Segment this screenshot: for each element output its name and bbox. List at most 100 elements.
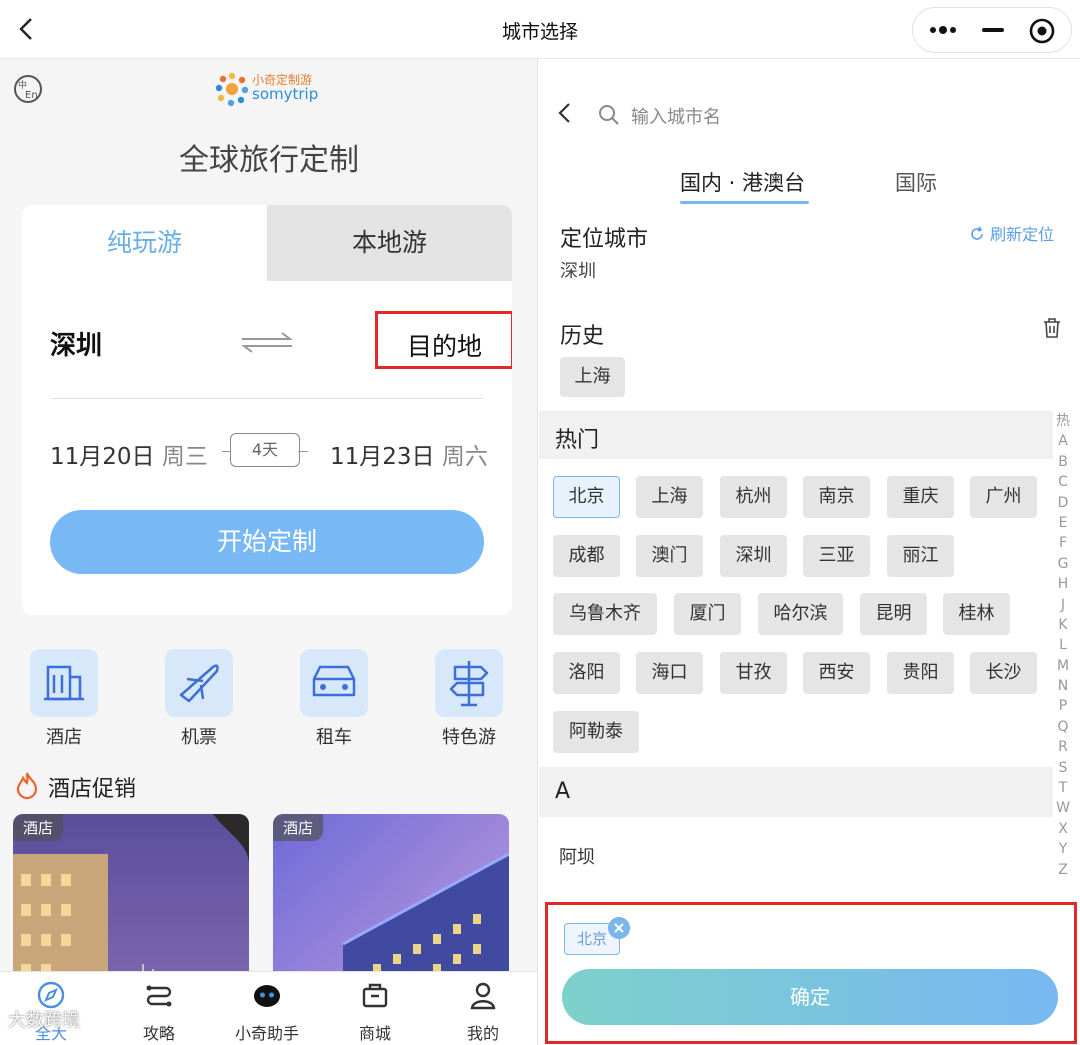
back-icon[interactable] [555,101,575,125]
hot-city-chip[interactable]: 洛阳 [553,652,620,694]
hot-city-chip[interactable]: 乌鲁木齐 [553,593,657,635]
start-weekday: 周三 [161,444,208,470]
tab-shop[interactable]: 商城 [335,980,415,1044]
destination-field[interactable]: 目的地 [375,311,512,369]
index-letter[interactable]: M [1050,656,1076,676]
service-special-tour[interactable]: 特色游 [434,649,504,759]
index-letter[interactable]: N [1050,676,1076,696]
departure-city[interactable]: 深圳 [50,325,102,362]
hot-city-chip[interactable]: 成都 [553,535,620,577]
history-city-chip[interactable]: 上海 [560,357,625,397]
hot-city-chip[interactable]: 上海 [636,476,703,518]
car-icon [300,649,368,717]
index-letter[interactable]: W [1050,798,1076,818]
index-letter[interactable]: P [1050,696,1076,716]
index-letter[interactable]: D [1050,493,1076,513]
tab-profile[interactable]: 我的 [443,980,523,1044]
hot-title: 热门 [555,428,600,453]
user-icon [470,982,496,1010]
language-switch-icon[interactable]: 中En [12,73,44,105]
search-placeholder: 输入城市名 [631,107,721,128]
index-letter[interactable]: X [1050,819,1076,839]
hot-city-chip[interactable]: 北京 [553,476,620,518]
hot-city-chip[interactable]: 丽江 [887,535,954,577]
service-car-rental[interactable]: 租车 [299,649,369,759]
logo: 小奇定制游 somytrip [214,69,334,109]
refresh-location-button[interactable]: 刷新定位 [969,221,1054,245]
hot-city-chip[interactable]: 广州 [970,476,1037,518]
index-letter[interactable]: Q [1050,717,1076,737]
tab-label: 小奇助手 [234,1024,299,1043]
hot-city-chip[interactable]: 南京 [803,476,870,518]
index-letter[interactable]: F [1050,533,1076,553]
hot-city-chip[interactable]: 西安 [803,652,870,694]
located-city[interactable]: 深圳 [560,257,596,283]
service-label: 租车 [316,727,352,748]
end-date[interactable]: 11月23日 周六 [330,437,488,471]
close-program-icon[interactable] [1028,17,1056,45]
refresh-icon [971,226,983,240]
hot-city-chip[interactable]: 长沙 [970,652,1037,694]
index-letter[interactable]: R [1050,737,1076,757]
service-flight[interactable]: 机票 [164,649,234,759]
hot-city-chip[interactable]: 昆明 [860,593,927,635]
remove-city-icon[interactable] [608,917,630,939]
refresh-label: 刷新定位 [990,225,1055,244]
hot-city-chip[interactable]: 杭州 [720,476,787,518]
plane-icon [165,649,233,717]
tab-guide[interactable]: 攻略 [119,980,199,1044]
tab-assistant[interactable]: 小奇助手 [227,980,307,1044]
city-search-input[interactable]: 输入城市名 [597,101,857,129]
index-letter[interactable]: L [1050,635,1076,655]
hotel-icon [30,649,98,717]
city-list-item[interactable]: 阿坝 [559,843,595,869]
hot-cities-grid: 北京 上海 杭州 南京 重庆 广州 成都 澳门 深圳 三亚 丽江 乌鲁木齐 厦门… [539,459,1053,767]
swap-icon[interactable] [240,331,294,353]
more-icon[interactable] [929,22,957,38]
service-label: 机票 [181,727,217,748]
hot-city-chip[interactable]: 澳门 [636,535,703,577]
hot-city-chip[interactable]: 桂林 [943,593,1010,635]
index-letter[interactable]: C [1050,472,1076,492]
index-letter[interactable]: S [1050,758,1076,778]
index-letter[interactable]: Z [1050,860,1076,880]
start-date[interactable]: 11月20日 周三 [50,437,208,471]
hot-city-chip[interactable]: 阿勒泰 [553,711,639,753]
service-hotel[interactable]: 酒店 [29,649,99,759]
tab-local-tour[interactable]: 本地游 [267,205,512,281]
index-letter[interactable]: K [1050,615,1076,635]
home-panel: 中 En 小奇定制游 somytrip 全球旅行定制 纯玩游 本地游 深圳 目的地… [0,59,538,1045]
index-letter[interactable]: T [1050,778,1076,798]
hot-city-chip[interactable]: 重庆 [887,476,954,518]
route-icon [146,985,172,1007]
tab-domestic[interactable]: 国内 · 港澳台 [680,167,805,197]
index-letter[interactable]: G [1050,554,1076,574]
hot-city-chip[interactable]: 贵阳 [887,652,954,694]
index-letter[interactable]: 热 [1050,411,1076,431]
robot-icon [254,985,280,1007]
tab-international[interactable]: 国际 [895,167,937,197]
hot-city-chip[interactable]: 深圳 [720,535,787,577]
index-letter[interactable]: H [1050,574,1076,594]
history-title: 历史 [560,324,605,349]
index-letter[interactable]: B [1050,452,1076,472]
hot-city-chip[interactable]: 哈尔滨 [758,593,843,635]
hot-city-chip[interactable]: 海口 [636,652,703,694]
confirm-button[interactable]: 确定 [562,969,1058,1025]
search-icon [599,105,619,125]
hot-city-chip[interactable]: 甘孜 [720,652,787,694]
tab-pure-tour[interactable]: 纯玩游 [22,205,267,281]
hot-city-chip[interactable]: 厦门 [674,593,741,635]
index-letter[interactable]: E [1050,513,1076,533]
minimize-icon[interactable] [982,23,1004,37]
tab-label: 我的 [466,1024,499,1043]
end-weekday: 周六 [441,444,488,470]
trash-icon[interactable] [1042,317,1062,339]
start-customize-button[interactable]: 开始定制 [50,510,484,574]
service-label: 酒店 [46,727,82,748]
hotel-tag: 酒店 [13,814,64,841]
index-letter[interactable]: Y [1050,839,1076,859]
hot-city-chip[interactable]: 三亚 [803,535,870,577]
index-letter[interactable]: A [1050,431,1076,451]
index-letter[interactable]: J [1050,595,1076,615]
